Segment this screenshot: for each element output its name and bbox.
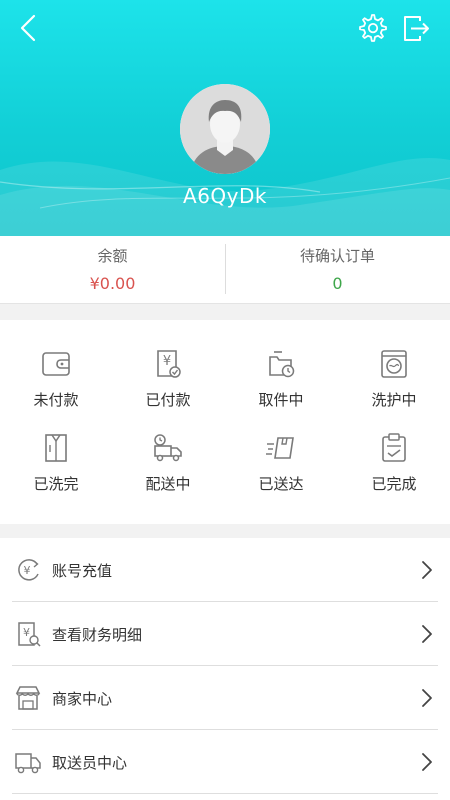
- svg-text:¥: ¥: [24, 564, 31, 577]
- menu-courier-center[interactable]: 取送员中心: [12, 730, 438, 794]
- washing-machine-icon: [381, 350, 407, 378]
- stats-divider: [225, 244, 226, 294]
- menu-finance-detail[interactable]: ¥ 查看财务明细: [12, 602, 438, 666]
- paid-receipt-icon: ¥: [157, 350, 181, 378]
- order-completed-label: 已完成: [371, 475, 417, 493]
- order-paid-label: 已付款: [145, 391, 191, 409]
- pending-orders-value: 0: [332, 274, 343, 293]
- order-washed-label: 已洗完: [33, 475, 79, 493]
- logout-button[interactable]: [400, 12, 432, 44]
- menu-courier-center-label: 取送员中心: [52, 754, 128, 772]
- delivered-box-icon: [266, 437, 294, 459]
- menu-recharge-label: 账号充值: [52, 562, 113, 580]
- order-delivered[interactable]: 已送达: [225, 432, 337, 494]
- back-button[interactable]: [14, 12, 46, 44]
- courier-truck-icon: [15, 753, 41, 774]
- logout-icon: [404, 16, 429, 41]
- wallet-icon: [42, 352, 70, 376]
- order-delivering[interactable]: 配送中: [112, 432, 224, 494]
- order-delivering-label: 配送中: [145, 475, 191, 493]
- recharge-icon: ¥: [18, 559, 39, 581]
- order-washing-label: 洗护中: [371, 391, 417, 409]
- chevron-right-icon: [422, 753, 432, 771]
- order-paid[interactable]: ¥ 已付款: [112, 348, 224, 410]
- account-stats: 余额 ¥0.00 待确认订单 0: [0, 236, 450, 304]
- chevron-right-icon: [422, 561, 432, 579]
- store-icon: [15, 686, 41, 710]
- avatar[interactable]: [180, 84, 270, 174]
- profile-header: A6QyDk: [0, 0, 450, 236]
- menu-merchant-center[interactable]: 商家中心: [12, 666, 438, 730]
- order-unpaid[interactable]: 未付款: [0, 348, 112, 410]
- order-pickup-label: 取件中: [258, 391, 304, 409]
- order-completed[interactable]: 已完成: [338, 432, 450, 494]
- finance-detail-icon: ¥: [18, 622, 41, 647]
- settings-button[interactable]: [356, 12, 388, 44]
- chevron-left-icon: [20, 14, 36, 42]
- pickup-clock-icon: [269, 351, 295, 378]
- pending-orders-stat[interactable]: 待确认订单 0: [225, 236, 450, 303]
- default-avatar-icon: [180, 84, 270, 174]
- order-pickup[interactable]: 取件中: [225, 348, 337, 410]
- balance-stat[interactable]: 余额 ¥0.00: [0, 236, 225, 303]
- gear-icon: [359, 14, 387, 42]
- menu-finance-detail-label: 查看财务明细: [52, 626, 143, 644]
- shirt-icon: [45, 434, 67, 462]
- pending-orders-label: 待确认订单: [299, 247, 375, 265]
- balance-label: 余额: [97, 247, 128, 265]
- username: A6QyDk: [183, 184, 267, 208]
- menu-merchant-center-label: 商家中心: [52, 690, 113, 708]
- balance-value: ¥0.00: [89, 274, 136, 293]
- svg-text:¥: ¥: [163, 354, 171, 369]
- order-unpaid-label: 未付款: [33, 391, 79, 409]
- chevron-right-icon: [422, 625, 432, 643]
- order-status-grid: 未付款 ¥ 已付款 取件中 洗护中 已洗完 配送中 已送达 已完成: [0, 320, 450, 524]
- order-washing[interactable]: 洗护中: [338, 348, 450, 410]
- menu-recharge[interactable]: ¥ 账号充值: [12, 538, 438, 602]
- account-menu: ¥ 账号充值 ¥ 查看财务明细 商家中心 取送员中心: [0, 538, 450, 800]
- svg-text:¥: ¥: [23, 626, 30, 639]
- completed-clipboard-icon: [382, 433, 406, 462]
- delivery-truck-icon: [154, 434, 182, 462]
- chevron-right-icon: [422, 689, 432, 707]
- order-washed[interactable]: 已洗完: [0, 432, 112, 494]
- order-delivered-label: 已送达: [258, 475, 304, 493]
